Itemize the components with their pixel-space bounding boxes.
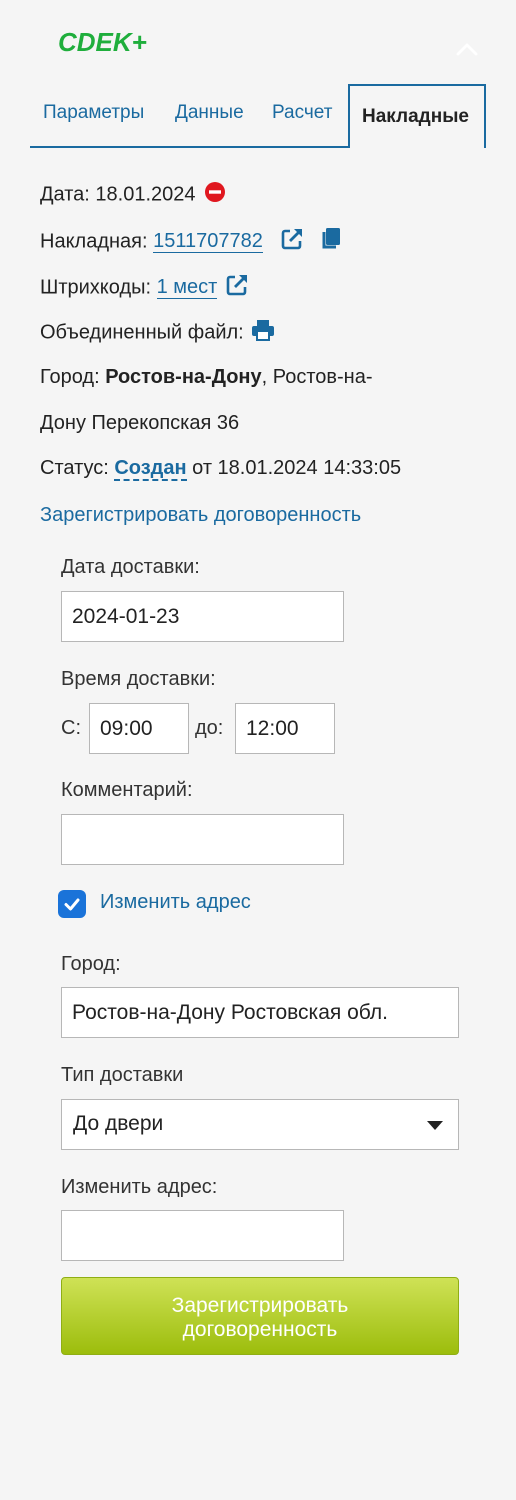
- register-agreement-link[interactable]: Зарегистрировать договоренность: [40, 504, 361, 526]
- register-agreement-button-line2: договоренность: [182, 1318, 338, 1341]
- merged-file-label: Объединенный файл:: [40, 321, 244, 344]
- city-label: Город:: [40, 366, 100, 388]
- collapse-button[interactable]: [454, 36, 480, 62]
- external-link-icon[interactable]: [225, 273, 249, 303]
- tab-parameters[interactable]: Параметры: [43, 102, 144, 124]
- register-agreement-row: Зарегистрировать договоренность: [40, 504, 361, 527]
- time-from-label: С:: [61, 717, 81, 739]
- merged-file-row: Объединенный файл:: [40, 319, 275, 347]
- time-to-label: до:: [195, 717, 224, 739]
- city-name: Ростов-на-Дону: [105, 366, 262, 388]
- register-agreement-button[interactable]: Зарегистрировать договоренность: [61, 1277, 459, 1355]
- barcodes-label: Штрихкоды:: [40, 276, 152, 299]
- minus-circle-icon[interactable]: [204, 181, 226, 209]
- tab-calculation[interactable]: Расчет: [272, 102, 332, 124]
- delivery-date-label: Дата доставки:: [61, 556, 200, 578]
- comment-label: Комментарий:: [61, 779, 193, 801]
- delivery-date-input[interactable]: [61, 591, 344, 642]
- delivery-time-label: Время доставки:: [61, 668, 216, 690]
- status-time: от 18.01.2024 14:33:05: [192, 457, 402, 479]
- register-agreement-button-line1: Зарегистрировать: [171, 1294, 349, 1317]
- date-value: 18.01.2024: [95, 183, 196, 206]
- comment-input[interactable]: [61, 814, 344, 865]
- time-to-input[interactable]: [235, 703, 335, 754]
- tab-invoices[interactable]: Накладные: [348, 84, 486, 148]
- svg-text:CDEK+: CDEK+: [58, 28, 147, 56]
- print-icon[interactable]: [251, 319, 275, 347]
- new-address-input[interactable]: [61, 1210, 344, 1261]
- city-input[interactable]: [61, 987, 459, 1038]
- cdek-logo: CDEK+: [58, 27, 158, 61]
- copy-icon[interactable]: [320, 227, 342, 257]
- barcodes-row: Штрихкоды: 1 мест: [40, 273, 249, 303]
- change-address-checkbox-label[interactable]: Изменить адрес: [100, 891, 251, 914]
- invoice-label: Накладная:: [40, 230, 148, 253]
- checkmark-icon: [64, 898, 80, 911]
- cdek-logo-mark: CDEK+: [58, 27, 147, 57]
- city-row-continued: Дону Перекопская 36: [40, 412, 239, 435]
- new-address-label: Изменить адрес:: [61, 1176, 218, 1198]
- tab-invoices-label: Накладные: [362, 106, 469, 127]
- tab-data[interactable]: Данные: [175, 102, 244, 124]
- header: CDEK+: [0, 0, 516, 85]
- invoice-number-link[interactable]: 1511707782: [153, 230, 263, 254]
- city-field-label: Город:: [61, 953, 121, 975]
- status-label: Статус:: [40, 457, 109, 479]
- change-address-checkbox[interactable]: [58, 890, 86, 918]
- city-address-part2: Дону Перекопская 36: [40, 412, 240, 434]
- tab-bar-underline: [30, 146, 348, 148]
- chevron-up-icon: [456, 43, 478, 56]
- barcodes-link[interactable]: 1 мест: [156, 276, 218, 300]
- date-label: Дата:: [40, 183, 90, 206]
- tab-bar: Параметры Данные Расчет Накладные: [30, 84, 488, 148]
- invoice-row: Накладная: 1511707782: [40, 227, 342, 257]
- delivery-type-selected: До двери: [73, 1112, 164, 1135]
- city-address-part1: , Ростов-на-: [261, 366, 373, 388]
- external-link-icon[interactable]: [280, 227, 304, 257]
- status-row: Статус: Создан от 18.01.2024 14:33:05: [40, 457, 402, 481]
- delivery-type-label: Тип доставки: [61, 1064, 184, 1086]
- date-row: Дата: 18.01.2024: [40, 181, 226, 209]
- city-row: Город: Ростов-на-Дону, Ростов-на-: [40, 366, 373, 389]
- caret-down-icon: [427, 1121, 443, 1130]
- delivery-type-select[interactable]: До двери: [61, 1099, 459, 1150]
- time-from-input[interactable]: [89, 703, 189, 754]
- status-value-link[interactable]: Создан: [114, 457, 187, 481]
